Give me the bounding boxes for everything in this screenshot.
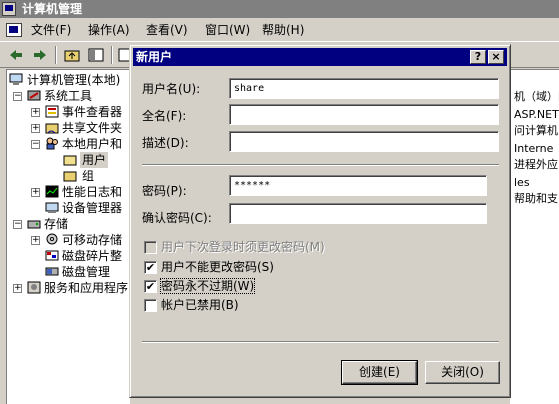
menu-bar: 文件(F) 操作(A) 查看(V) 窗口(W) 帮助(H) (0, 19, 559, 41)
main-title-bar[interactable]: 计算机管理 (0, 0, 559, 18)
tree-label: 计算机管理(本地) (27, 73, 121, 87)
dialog-title: 新用户 (136, 50, 173, 64)
confirm-password-label: 确认密码(C): (142, 211, 212, 225)
expand-icon[interactable]: + (31, 236, 40, 245)
description-label: 描述(D): (142, 136, 189, 150)
tree-label: 磁盘管理 (62, 265, 111, 279)
cannot-change-password-label: 用户不能更改密码(S) (161, 260, 274, 274)
device-manager-icon (45, 201, 59, 214)
close-button[interactable]: 关闭(O) (425, 361, 500, 384)
tree-label: 本地用户和 (62, 137, 123, 151)
tools-icon (27, 89, 41, 102)
tree-label: 组 (82, 169, 95, 183)
fullname-field[interactable] (229, 104, 499, 125)
details-pane: 机（域）的 ASP.NET 问计算机 Interne 进程外应 les 帮助和支 (510, 69, 559, 404)
back-arrow-icon[interactable] (6, 46, 26, 64)
dialog-title-bar[interactable]: 新用户 ? × (133, 48, 507, 66)
description-text: les (514, 176, 530, 189)
toolbar-separator (55, 46, 57, 64)
document-icon[interactable] (6, 23, 22, 37)
confirm-password-field[interactable] (229, 203, 487, 224)
menu-view[interactable]: 查看(V) (146, 23, 188, 37)
description-text: ASP.NET (514, 108, 559, 121)
must-change-password-label: 用户下次登录时须更改密码(M) (161, 240, 325, 254)
separator (142, 164, 499, 166)
description-text: 进程外应 (514, 158, 558, 171)
window-title: 计算机管理 (22, 2, 83, 16)
description-text: 帮助和支 (514, 192, 558, 205)
storage-icon (27, 217, 41, 230)
fullname-label: 全名(F): (142, 109, 187, 123)
tree-label: 设备管理器 (62, 201, 123, 215)
expand-icon[interactable]: + (31, 124, 40, 133)
password-never-expires-checkbox[interactable]: ✔ (144, 280, 157, 293)
tree-label: 共享文件夹 (62, 121, 123, 135)
up-folder-icon[interactable] (62, 46, 82, 64)
tree-label: 服务和应用程序 (44, 281, 129, 295)
description-text: Interne (514, 142, 554, 155)
tree-label: 系统工具 (44, 89, 93, 103)
close-icon[interactable]: × (488, 50, 504, 64)
description-text: 问计算机 (514, 124, 558, 137)
event-viewer-icon (45, 105, 59, 118)
tree-label: 性能日志和 (62, 185, 123, 199)
console-tree: 计算机管理(本地) − 系统工具 + 事件查看器 + 共享文件夹 − 本地用户和… (6, 69, 130, 404)
collapse-icon[interactable]: − (13, 92, 22, 101)
disk-management-icon (45, 265, 59, 278)
expand-icon[interactable]: + (31, 108, 40, 117)
username-label: 用户名(U): (142, 82, 201, 96)
show-tree-icon[interactable] (86, 46, 106, 64)
services-icon (27, 281, 41, 294)
defrag-icon (45, 249, 59, 262)
account-disabled-checkbox[interactable] (144, 299, 157, 312)
tree-label: 存储 (44, 217, 69, 231)
password-label: 密码(P): (142, 184, 187, 198)
password-field[interactable]: ****** (229, 175, 487, 196)
removable-storage-icon (45, 233, 59, 246)
computer-icon (9, 73, 23, 86)
menu-window[interactable]: 窗口(W) (205, 23, 250, 37)
collapse-icon[interactable]: − (13, 220, 22, 229)
must-change-password-checkbox[interactable] (144, 241, 157, 254)
expand-icon[interactable]: + (13, 284, 22, 293)
menu-help[interactable]: 帮助(H) (262, 23, 304, 37)
tree-label: 用户 (80, 152, 109, 168)
performance-icon (45, 185, 59, 198)
folder-icon (63, 169, 77, 182)
forward-arrow-icon[interactable] (30, 46, 50, 64)
new-user-dialog: 新用户 ? × 用户名(U): share 全名(F): 描述(D): 密码(P… (129, 44, 511, 398)
tree-label: 事件查看器 (62, 105, 123, 119)
tree-label: 磁盘碎片整 (62, 249, 123, 263)
tree-label: 可移动存储 (62, 233, 123, 247)
username-field[interactable]: share (229, 78, 499, 99)
password-never-expires-label: 密码永不过期(W) (159, 278, 256, 294)
description-text: 机（域）的 (514, 90, 559, 103)
shared-folder-icon (45, 121, 59, 134)
account-disabled-label: 帐户已禁用(B) (161, 298, 239, 312)
open-folder-icon (63, 153, 77, 166)
help-button[interactable]: ? (470, 50, 486, 64)
collapse-icon[interactable]: − (31, 140, 40, 149)
cannot-change-password-checkbox[interactable]: ✔ (144, 261, 157, 274)
computer-management-icon (2, 2, 16, 16)
toolbar-separator (111, 46, 113, 64)
menu-action[interactable]: 操作(A) (88, 23, 130, 37)
expand-icon[interactable]: + (31, 188, 40, 197)
menu-file[interactable]: 文件(F) (31, 23, 71, 37)
create-button[interactable]: 创建(E) (341, 360, 418, 385)
separator (142, 341, 499, 343)
description-field[interactable] (229, 131, 499, 152)
users-icon (45, 137, 59, 150)
